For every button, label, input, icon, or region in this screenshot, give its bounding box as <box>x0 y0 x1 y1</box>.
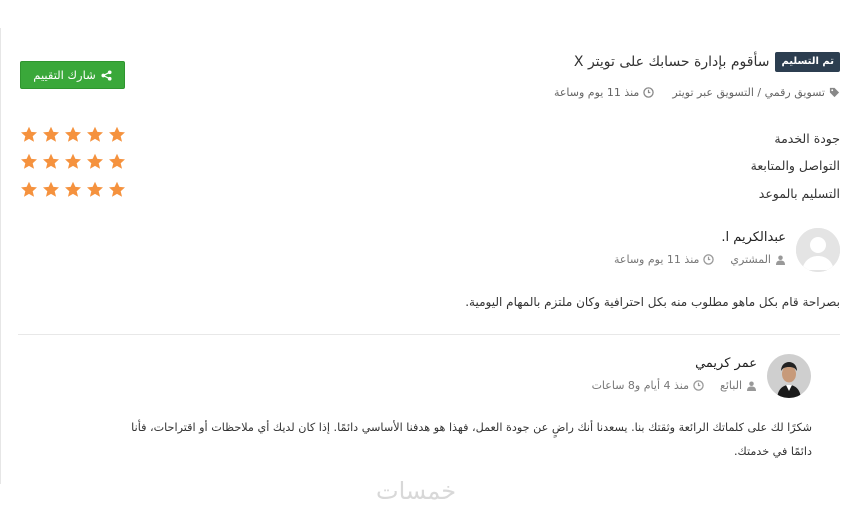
buyer-time: منذ 11 يوم وساعة <box>614 253 700 266</box>
rating-label-communication: التواصل والمتابعة <box>750 158 840 173</box>
service-meta: تسويق رقمي / التسويق عبر تويتر منذ 11 يو… <box>554 86 840 99</box>
star-icon <box>109 153 125 169</box>
tag-icon <box>829 87 840 98</box>
star-icon <box>43 153 59 169</box>
star-icon <box>87 153 103 169</box>
seller-time: منذ 4 أيام و8 ساعات <box>591 379 689 392</box>
rating-stars-communication <box>20 153 126 170</box>
buyer-name[interactable]: عبدالكريم ا. <box>721 230 786 245</box>
user-icon <box>775 254 786 265</box>
star-icon <box>65 126 81 142</box>
service-title-row: تم التسليم سأقوم بإدارة حسابك على تويتر … <box>574 52 840 72</box>
clock-icon <box>693 380 704 391</box>
star-icon <box>43 126 59 142</box>
clock-icon <box>703 254 715 265</box>
star-icon <box>109 181 125 197</box>
divider <box>18 334 840 335</box>
star-icon <box>109 126 125 142</box>
share-icon <box>101 69 112 81</box>
seller-reply-line-2: دائمًا في خدمتك. <box>733 445 812 458</box>
rating-label-delivery: التسليم بالموعد <box>758 186 840 201</box>
user-icon <box>746 380 757 391</box>
share-review-button[interactable]: شارك التقييم <box>20 61 125 89</box>
service-time: منذ 11 يوم وساعة <box>553 86 640 99</box>
star-icon <box>21 153 37 169</box>
star-icon <box>21 126 37 142</box>
star-icon <box>87 126 103 142</box>
seller-role: البائع <box>720 379 742 392</box>
clock-icon <box>643 87 655 98</box>
share-button-label: شارك التقييم <box>33 68 96 82</box>
service-title[interactable]: سأقوم بإدارة حسابك على تويتر X <box>574 54 770 70</box>
buyer-role: المشتري <box>730 253 771 266</box>
buyer-avatar[interactable] <box>796 228 840 272</box>
seller-meta: البائع منذ 4 أيام و8 ساعات <box>592 379 757 392</box>
rating-label-quality: جودة الخدمة <box>774 131 840 146</box>
star-icon <box>21 181 37 197</box>
star-icon <box>43 181 59 197</box>
service-category[interactable]: تسويق رقمي / التسويق عبر تويتر <box>672 86 825 99</box>
watermark-logo: خمسات <box>376 477 457 505</box>
buyer-meta: المشتري منذ 11 يوم وساعة <box>614 253 786 266</box>
seller-name[interactable]: عمر كريمي <box>695 356 757 371</box>
rating-stars-delivery <box>20 181 126 198</box>
seller-reply-line-1: شكرًا لك على كلماتك الرائعة وثقتك بنا. ي… <box>131 421 812 434</box>
star-icon <box>65 153 81 169</box>
rating-stars-quality <box>20 126 126 143</box>
buyer-comment: بصراحة قام بكل ماهو مطلوب منه بكل احتراف… <box>465 295 840 309</box>
star-icon <box>87 181 103 197</box>
seller-avatar[interactable] <box>767 354 811 398</box>
star-icon <box>65 181 81 197</box>
status-badge: تم التسليم <box>775 52 840 72</box>
